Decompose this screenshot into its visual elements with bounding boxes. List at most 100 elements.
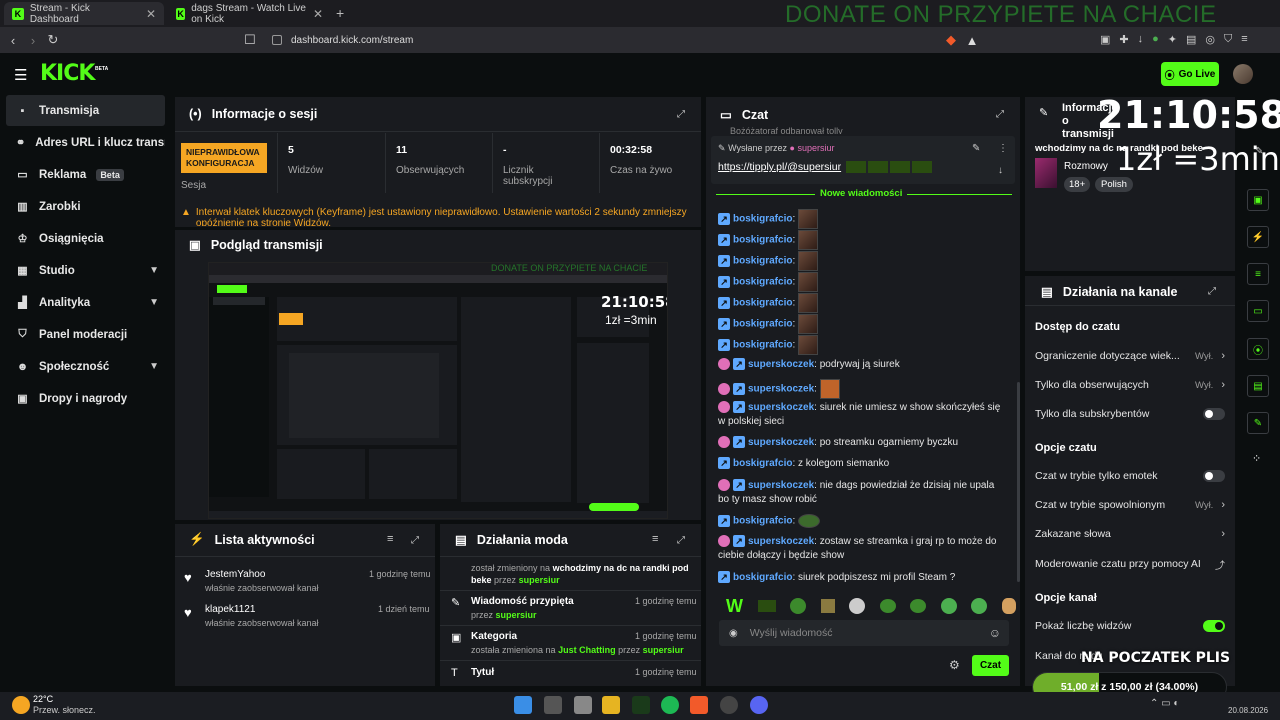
- subs-only-toggle[interactable]: [1203, 408, 1225, 420]
- rail-chat-icon[interactable]: ▭: [1247, 300, 1269, 322]
- more-icon[interactable]: ⋮: [998, 143, 1008, 154]
- emote-icon[interactable]: [849, 598, 866, 614]
- close-icon[interactable]: ✕: [313, 7, 323, 21]
- brave-rewards-icon[interactable]: ▲: [963, 31, 981, 49]
- rail-list-icon[interactable]: ≡: [1247, 263, 1269, 285]
- mod-action-user[interactable]: supersiur: [519, 575, 560, 585]
- mod-action-user[interactable]: supersiur: [496, 610, 537, 620]
- sidebar-item-analityka[interactable]: ▟ Analityka ▼: [6, 287, 165, 318]
- task-view-icon[interactable]: [544, 696, 562, 714]
- menu-icon[interactable]: ≡: [1241, 33, 1247, 47]
- chat-username[interactable]: superskoczek: [748, 384, 814, 395]
- sidebar-item-spolecznosc[interactable]: ☻ Społeczność ▼: [6, 351, 165, 382]
- download-icon[interactable]: ↓: [1138, 33, 1144, 47]
- chat-username[interactable]: boskigrafcio: [733, 340, 792, 351]
- emote-icon[interactable]: [940, 598, 957, 614]
- emote-icon[interactable]: [971, 598, 988, 614]
- vpn-icon[interactable]: ◎: [1205, 33, 1215, 47]
- url-field[interactable]: dashboard.kick.com/stream: [265, 31, 985, 49]
- chat-username[interactable]: superskoczek: [748, 359, 814, 370]
- frog-icon[interactable]: ●: [1152, 33, 1159, 47]
- sidebar-item-panel-moderacji[interactable]: ⛉ Panel moderacji: [6, 319, 165, 350]
- star-icon[interactable]: ✦: [1168, 33, 1177, 47]
- mod-action-category[interactable]: Just Chatting: [558, 645, 616, 655]
- filter-icon[interactable]: ≡: [387, 533, 393, 545]
- steam-icon[interactable]: [720, 696, 738, 714]
- expand-icon[interactable]: ⤢: [1208, 286, 1216, 297]
- forward-icon[interactable]: ›: [24, 31, 42, 49]
- expand-icon[interactable]: ⤢: [411, 535, 419, 546]
- frog-emote-icon[interactable]: [790, 598, 807, 614]
- expand-icon[interactable]: ⤢: [677, 535, 685, 546]
- chat-username[interactable]: boskigrafcio: [733, 256, 792, 267]
- stream-preview-video[interactable]: DONATE ON PRZYPIETE NA CHACIE 21:10:58 1…: [208, 262, 668, 519]
- filter-icon[interactable]: ≡: [652, 533, 658, 545]
- chat-username[interactable]: boskigrafcio: [733, 277, 792, 288]
- kick-emote-icon[interactable]: W: [726, 596, 743, 617]
- rail-broadcast-icon[interactable]: ⦿: [1247, 338, 1269, 360]
- sidebar-item-dropy[interactable]: ▣ Dropy i nagrody: [6, 383, 165, 414]
- reload-icon[interactable]: ↻: [44, 31, 62, 49]
- rail-more-icon[interactable]: ⁘: [1252, 452, 1261, 465]
- hamburger-icon[interactable]: ☰: [14, 66, 27, 84]
- sidebar-item-url-key[interactable]: ⚭ Adres URL i klucz transmisji: [6, 127, 165, 158]
- setting-row-banned-words[interactable]: Zakazane słowa ›: [1035, 526, 1225, 542]
- chat-scrollbar[interactable]: [1017, 382, 1020, 582]
- frog-emote-icon[interactable]: [910, 599, 927, 613]
- spotify-icon[interactable]: [661, 696, 679, 714]
- site-info-icon[interactable]: [272, 35, 282, 45]
- unpin-icon[interactable]: ✎: [972, 143, 980, 154]
- category-name[interactable]: Rozmowy: [1064, 161, 1108, 172]
- chat-username[interactable]: superskoczek: [748, 480, 814, 491]
- rail-wrench-icon[interactable]: ✎: [1247, 412, 1269, 434]
- sidebar-item-osiagniecia[interactable]: ♔ Osiągnięcia: [6, 223, 165, 254]
- shield-icon[interactable]: ⛉: [1224, 33, 1232, 47]
- show-emote-icon[interactable]: [757, 600, 776, 612]
- setting-row-ai-moderation[interactable]: Moderowanie czatu przy pomocy AI ⤴: [1035, 556, 1225, 572]
- sidebar-item-reklama[interactable]: ▭ Reklama Beta: [6, 159, 165, 190]
- chat-username[interactable]: boskigrafcio: [733, 458, 792, 469]
- setting-row-slow-mode[interactable]: Czat w trybie spowolnionym Wył. ›: [1035, 497, 1225, 513]
- expand-icon[interactable]: ⤢: [996, 109, 1004, 120]
- chat-username[interactable]: boskigrafcio: [733, 319, 792, 330]
- pinned-by-user[interactable]: supersiur: [797, 143, 834, 153]
- setting-row-age[interactable]: Ograniczenie dotyczące wiek... Wył. ›: [1035, 348, 1225, 364]
- emote-icon[interactable]: [1001, 598, 1016, 614]
- extension-icon[interactable]: ▣: [1100, 33, 1110, 47]
- windows-start-icon[interactable]: [514, 696, 532, 714]
- browser-tab-dashboard[interactable]: K Stream - Kick Dashboard ✕: [4, 2, 164, 25]
- file-explorer-icon[interactable]: [574, 696, 592, 714]
- chat-username[interactable]: boskigrafcio: [733, 572, 792, 583]
- arrow-down-icon[interactable]: ↓: [998, 165, 1003, 176]
- sidebar-item-zarobki[interactable]: ▥ Zarobki: [6, 191, 165, 222]
- chat-username[interactable]: superskoczek: [748, 536, 814, 547]
- expand-icon[interactable]: ⤢: [677, 109, 685, 120]
- chat-username[interactable]: superskoczek: [748, 402, 814, 413]
- gear-icon[interactable]: ⚙: [949, 658, 960, 672]
- pinned-link[interactable]: https://tipply.pl/@supersiur: [718, 161, 841, 173]
- frog-emote-icon[interactable]: [879, 599, 896, 613]
- avatar[interactable]: [1233, 64, 1253, 84]
- rail-monitor-icon[interactable]: ▣: [1247, 189, 1269, 211]
- chat-send-button[interactable]: Czat: [972, 655, 1009, 676]
- chat-username[interactable]: boskigrafcio: [733, 235, 792, 246]
- chat-username[interactable]: boskigrafcio: [733, 516, 792, 527]
- chat-username[interactable]: boskigrafcio: [733, 214, 792, 225]
- rail-layers-icon[interactable]: ▤: [1247, 375, 1269, 397]
- emoji-icon[interactable]: ☺: [989, 626, 1001, 640]
- tray-icons[interactable]: ⌃ ▭ ◐: [1150, 698, 1179, 709]
- chat-input[interactable]: ◉ Wyślij wiadomość ☺: [719, 620, 1009, 646]
- kick-logo[interactable]: KICK: [40, 61, 95, 86]
- activity-user[interactable]: JestemYahoo: [205, 569, 265, 580]
- emote-only-toggle[interactable]: [1203, 470, 1225, 482]
- chat-username[interactable]: superskoczek: [748, 437, 814, 448]
- discord-icon[interactable]: [750, 696, 768, 714]
- app-icon[interactable]: [632, 696, 650, 714]
- go-live-button[interactable]: ⦿ Go Live: [1161, 62, 1219, 86]
- back-icon[interactable]: ‹: [4, 31, 22, 49]
- brave-icon[interactable]: [690, 696, 708, 714]
- folder-icon[interactable]: [602, 696, 620, 714]
- emote-icon[interactable]: [820, 599, 835, 613]
- wallet-icon[interactable]: ▤: [1186, 33, 1196, 47]
- chat-username[interactable]: boskigrafcio: [733, 298, 792, 309]
